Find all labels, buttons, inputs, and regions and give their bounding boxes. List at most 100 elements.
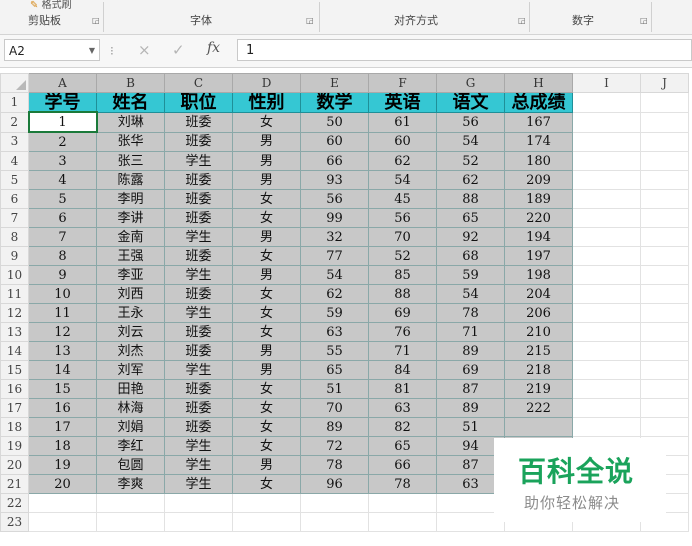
row-header[interactable]: 10: [0, 265, 29, 285]
table-cell[interactable]: 93: [300, 170, 369, 190]
table-cell[interactable]: 59: [300, 303, 369, 323]
row-header[interactable]: 7: [0, 208, 29, 228]
empty-cell[interactable]: [96, 493, 165, 513]
table-cell[interactable]: 女: [232, 111, 301, 133]
empty-cell[interactable]: [640, 360, 689, 380]
empty-cell[interactable]: [572, 208, 641, 228]
table-cell[interactable]: 19: [28, 455, 97, 475]
table-cell[interactable]: 男: [232, 455, 301, 475]
cancel-icon[interactable]: ×: [138, 41, 151, 59]
empty-cell[interactable]: [640, 398, 689, 418]
table-cell[interactable]: 65: [436, 208, 505, 228]
empty-cell[interactable]: [572, 246, 641, 266]
empty-cell[interactable]: [572, 322, 641, 342]
table-cell[interactable]: 89: [436, 341, 505, 361]
table-cell[interactable]: 51: [436, 417, 505, 437]
table-cell[interactable]: 174: [504, 131, 573, 152]
row-header[interactable]: 3: [0, 131, 29, 152]
table-cell[interactable]: 班委: [164, 417, 233, 437]
table-cell[interactable]: 215: [504, 341, 573, 361]
table-cell[interactable]: 15: [28, 379, 97, 399]
row-header[interactable]: 20: [0, 455, 29, 475]
dialog-launcher-icon[interactable]: ◲: [92, 16, 100, 25]
empty-cell[interactable]: [640, 131, 689, 152]
formula-input[interactable]: 1: [237, 39, 692, 61]
table-cell[interactable]: 女: [232, 417, 301, 437]
table-cell[interactable]: 男: [232, 341, 301, 361]
table-cell[interactable]: 65: [368, 436, 437, 456]
empty-cell[interactable]: [572, 131, 641, 152]
empty-cell[interactable]: [640, 284, 689, 304]
empty-cell[interactable]: [572, 284, 641, 304]
empty-cell[interactable]: [232, 512, 301, 532]
empty-cell[interactable]: [640, 151, 689, 171]
empty-cell[interactable]: [640, 189, 689, 209]
table-header-cell[interactable]: 总成绩: [504, 92, 573, 113]
table-cell[interactable]: 林海: [96, 398, 165, 418]
table-cell[interactable]: 女: [232, 303, 301, 323]
table-cell[interactable]: 69: [368, 303, 437, 323]
table-header-cell[interactable]: 数学: [300, 92, 369, 113]
empty-cell[interactable]: [572, 360, 641, 380]
row-header[interactable]: 14: [0, 341, 29, 361]
table-cell[interactable]: 刘云: [96, 322, 165, 342]
table-cell[interactable]: 70: [368, 227, 437, 247]
table-cell[interactable]: 男: [232, 265, 301, 285]
dialog-launcher-icon[interactable]: ◲: [306, 16, 314, 25]
table-cell[interactable]: 男: [232, 131, 301, 152]
table-header-cell[interactable]: 语文: [436, 92, 505, 113]
table-cell[interactable]: 女: [232, 398, 301, 418]
table-cell[interactable]: 2: [28, 131, 97, 152]
table-cell[interactable]: 20: [28, 474, 97, 494]
table-cell[interactable]: 88: [436, 189, 505, 209]
empty-cell[interactable]: [300, 493, 369, 513]
table-cell[interactable]: 68: [436, 246, 505, 266]
row-header[interactable]: 12: [0, 303, 29, 323]
table-cell[interactable]: 32: [300, 227, 369, 247]
table-cell[interactable]: 88: [368, 284, 437, 304]
empty-cell[interactable]: [640, 379, 689, 399]
table-cell[interactable]: 女: [232, 436, 301, 456]
table-cell[interactable]: 班委: [164, 170, 233, 190]
table-cell[interactable]: 78: [436, 303, 505, 323]
empty-cell[interactable]: [572, 341, 641, 361]
table-cell[interactable]: 李爽: [96, 474, 165, 494]
table-cell[interactable]: 92: [436, 227, 505, 247]
table-cell[interactable]: 陈露: [96, 170, 165, 190]
empty-cell[interactable]: [572, 111, 641, 133]
table-cell[interactable]: 包圆: [96, 455, 165, 475]
table-cell[interactable]: 学生: [164, 474, 233, 494]
row-header[interactable]: 16: [0, 379, 29, 399]
table-cell[interactable]: 16: [28, 398, 97, 418]
table-cell[interactable]: 218: [504, 360, 573, 380]
row-header[interactable]: 5: [0, 170, 29, 190]
row-header[interactable]: 21: [0, 474, 29, 494]
table-cell[interactable]: 11: [28, 303, 97, 323]
empty-cell[interactable]: [368, 493, 437, 513]
row-header[interactable]: 6: [0, 189, 29, 209]
table-cell[interactable]: 204: [504, 284, 573, 304]
table-cell[interactable]: 61: [368, 111, 437, 133]
table-cell[interactable]: 学生: [164, 265, 233, 285]
table-cell[interactable]: 220: [504, 208, 573, 228]
table-cell[interactable]: 85: [368, 265, 437, 285]
empty-cell[interactable]: [300, 512, 369, 532]
table-cell[interactable]: 89: [300, 417, 369, 437]
table-cell[interactable]: 刘军: [96, 360, 165, 380]
table-cell[interactable]: 李讲: [96, 208, 165, 228]
table-cell[interactable]: 96: [300, 474, 369, 494]
dialog-launcher-icon[interactable]: ◲: [518, 16, 526, 25]
empty-cell[interactable]: [640, 246, 689, 266]
empty-cell[interactable]: [164, 512, 233, 532]
column-header[interactable]: H: [504, 73, 573, 93]
table-cell[interactable]: 189: [504, 189, 573, 209]
table-cell[interactable]: 女: [232, 284, 301, 304]
table-cell[interactable]: 63: [368, 398, 437, 418]
table-header-cell[interactable]: 英语: [368, 92, 437, 113]
table-cell[interactable]: 班委: [164, 398, 233, 418]
table-cell[interactable]: 66: [368, 455, 437, 475]
chevron-down-icon[interactable]: ▼: [89, 40, 95, 62]
row-header[interactable]: 23: [0, 512, 29, 532]
empty-cell[interactable]: [640, 170, 689, 190]
active-cell[interactable]: 1: [27, 111, 98, 133]
